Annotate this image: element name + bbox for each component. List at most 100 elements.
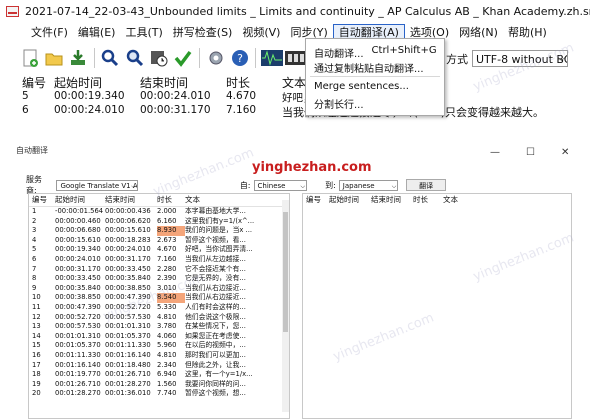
menu-tools[interactable]: 工具(T) bbox=[120, 24, 167, 42]
row-text: 在某些情况下，您... bbox=[185, 322, 246, 331]
menu-help[interactable]: 帮助(H) bbox=[503, 24, 552, 42]
row-text: 好吧，当你试图弄清... bbox=[185, 245, 253, 254]
row-text: 这里，有一个y=1/x... bbox=[185, 370, 253, 379]
service-select[interactable]: Google Translate V1 API ⌵ bbox=[56, 179, 138, 191]
row-duration: 3.780 bbox=[157, 322, 177, 331]
menu-edit[interactable]: 编辑(E) bbox=[73, 24, 121, 42]
row-end: 00:00:15.610 bbox=[105, 226, 151, 235]
from-language-value: Chinese bbox=[257, 181, 286, 190]
translate-button[interactable]: 翻译 bbox=[406, 179, 446, 191]
save-file-button[interactable] bbox=[67, 46, 90, 70]
table-row[interactable]: 11 00:00:47.390 00:00:52.720 5.330 人们有时会这样的.… bbox=[29, 303, 289, 313]
table-row[interactable]: 17 00:01:16.140 00:01:18.480 2.340 但除此之外，让我.… bbox=[29, 361, 289, 371]
row-end: 00:01:11.330 bbox=[105, 341, 151, 350]
menu-network[interactable]: 网络(N) bbox=[454, 24, 503, 42]
help-button[interactable]: ? bbox=[228, 46, 251, 70]
row-duration: 2.000 bbox=[157, 207, 177, 215]
row-end: 00:00:24.010 bbox=[140, 90, 211, 102]
table-row[interactable]: 15 00:01:05.370 00:01:11.330 5.960 在以后的视频中，.… bbox=[29, 341, 289, 351]
menu-item-merge-sentences[interactable]: Merge sentences... bbox=[314, 81, 409, 92]
row-duration: 2.340 bbox=[157, 360, 177, 369]
table-row[interactable]: 2 00:00:00.460 00:00:06.620 6.160 这里我们有y=1/(… bbox=[29, 217, 289, 227]
row-num: 3 bbox=[32, 226, 37, 235]
row-duration: 7.740 bbox=[157, 389, 177, 398]
from-language-select[interactable]: Chinese ⌵ bbox=[253, 179, 308, 191]
menu-item-label: 自动翻译... bbox=[314, 49, 364, 60]
row-num: 5 bbox=[22, 90, 29, 102]
row-text: 当我们从左边越接... bbox=[185, 254, 246, 263]
watermark-site: yinghezhan.com bbox=[252, 160, 372, 175]
menu-separator bbox=[310, 76, 440, 77]
row-num: 15 bbox=[32, 341, 41, 350]
toolbar-separator bbox=[93, 48, 95, 68]
row-end: 00:01:16.140 bbox=[105, 350, 151, 359]
maximize-icon[interactable]: ☐ bbox=[526, 147, 535, 158]
table-row[interactable]: 6 00:00:24.010 00:00:31.170 7.160 当我们从左边越接..… bbox=[29, 255, 289, 265]
table-row[interactable]: 10 00:00:38.850 00:00:47.390 8.540 当我们从右边接近.… bbox=[29, 293, 289, 303]
scrollbar-thumb[interactable] bbox=[283, 212, 288, 332]
table-row[interactable]: 8 00:00:33.450 00:00:35.840 2.390 它是无界的，没有..… bbox=[29, 274, 289, 284]
film-strip-icon bbox=[285, 51, 308, 65]
row-duration: 8.930 bbox=[157, 226, 185, 236]
chevron-down-icon: ⌵ bbox=[300, 182, 306, 190]
menu-item-split-long-lines[interactable]: 分割长行... bbox=[314, 96, 364, 111]
table-row[interactable]: 13 00:00:57.530 00:01:01.310 3.780 在某些情况下，您.… bbox=[29, 322, 289, 332]
title-bar: 2021-07-14_22-03-43_Unbounded limits _ L… bbox=[0, 0, 590, 22]
row-start: 00:00:31.170 bbox=[55, 264, 101, 273]
table-row[interactable]: 1 -00:00:01.564 00:00:00.436 2.000 本字幕由基地大学.… bbox=[29, 207, 289, 217]
replace-icon bbox=[126, 49, 143, 67]
row-num: 18 bbox=[32, 370, 41, 379]
visual-sync-button[interactable] bbox=[147, 46, 170, 70]
replace-button[interactable] bbox=[123, 46, 146, 70]
row-start: 00:00:38.850 bbox=[55, 293, 101, 302]
row-num: 6 bbox=[22, 104, 29, 116]
close-icon[interactable]: ✕ bbox=[561, 147, 569, 158]
open-file-button[interactable] bbox=[42, 46, 65, 70]
waveform-button[interactable] bbox=[260, 46, 283, 70]
table-row[interactable]: 19 00:01:26.710 00:01:28.270 1.560 我要问你同样的问.… bbox=[29, 380, 289, 390]
col-num: 编号 bbox=[306, 195, 321, 204]
row-end: 00:00:38.850 bbox=[105, 283, 151, 292]
to-language-select[interactable]: Japanese ⌵ bbox=[338, 179, 399, 191]
table-row[interactable]: 14 00:01:01.310 00:01:05.370 4.060 如果您正在考虑使.… bbox=[29, 332, 289, 342]
table-row[interactable]: 5 00:00:19.340 00:00:24.010 4.670 好吧，当 bbox=[22, 90, 542, 104]
menu-file[interactable]: 文件(F) bbox=[26, 24, 73, 42]
new-file-button[interactable] bbox=[18, 46, 41, 70]
table-row[interactable]: 16 00:01:11.330 00:01:16.140 4.810 那时我们可以更加.… bbox=[29, 351, 289, 361]
chevron-down-icon: ⌵ bbox=[131, 182, 136, 190]
row-text: 他们会说这个极限... bbox=[185, 312, 246, 321]
from-label: 自: bbox=[239, 180, 251, 190]
row-text: 在以后的视频中，... bbox=[185, 341, 246, 350]
table-row[interactable]: 7 00:00:31.170 00:00:33.450 2.280 它不会接近某个有..… bbox=[29, 265, 289, 275]
find-button[interactable] bbox=[99, 46, 122, 70]
table-row[interactable]: 12 00:00:52.720 00:00:57.530 4.810 他们会说这个极限.… bbox=[29, 313, 289, 323]
settings-button[interactable] bbox=[204, 46, 227, 70]
window-controls: — ☐ ✕ bbox=[490, 147, 569, 158]
menu-item-auto-translate[interactable]: 自动翻译... Ctrl+Shift+G bbox=[314, 45, 437, 60]
col-start: 起始时间 bbox=[329, 195, 359, 204]
menu-item-label: Merge sentences... bbox=[314, 81, 409, 92]
row-start: -00:00:01.564 bbox=[55, 207, 104, 215]
menu-spellcheck[interactable]: 拼写检查(S) bbox=[168, 24, 238, 42]
row-text: 暂停这个视频，想... bbox=[185, 389, 246, 398]
table-row[interactable]: 18 00:01:19.770 00:01:26.710 6.940 这里，有一个y=1… bbox=[29, 370, 289, 380]
col-duration: 时长 bbox=[226, 76, 251, 90]
spell-check-button[interactable] bbox=[172, 46, 195, 70]
row-num: 7 bbox=[32, 264, 37, 273]
table-row[interactable]: 3 00:00:06.680 00:00:15.610 8.930 我们的问题是，当x … bbox=[29, 226, 289, 236]
row-duration: 4.670 bbox=[226, 90, 257, 102]
row-end: 00:00:57.530 bbox=[105, 312, 151, 321]
table-row[interactable]: 9 00:00:35.840 00:00:38.850 3.010 当我们从右边接近..… bbox=[29, 284, 289, 294]
row-end: 00:00:35.840 bbox=[105, 274, 151, 283]
vertical-scrollbar[interactable] bbox=[282, 200, 289, 412]
col-num: 编号 bbox=[32, 195, 47, 204]
row-end: 00:00:24.010 bbox=[105, 245, 151, 254]
table-row[interactable]: 4 00:00:15.610 00:00:18.283 2.673 暂停这个视频，看..… bbox=[29, 236, 289, 246]
table-row[interactable]: 6 00:00:24.010 00:00:31.170 7.160 当我们从左边… bbox=[22, 104, 542, 118]
minimize-icon[interactable]: — bbox=[490, 147, 500, 158]
menu-item-copy-paste-translate[interactable]: 通过复制粘贴自动翻译... bbox=[314, 60, 424, 75]
encoding-select[interactable]: UTF-8 without BOM ⌵ bbox=[472, 50, 568, 67]
menu-video[interactable]: 视频(V) bbox=[237, 24, 285, 42]
table-row[interactable]: 20 00:01:28.270 00:01:36.010 7.740 暂停这个视频，想.… bbox=[29, 389, 289, 399]
table-row[interactable]: 5 00:00:19.340 00:00:24.010 4.670 好吧，当你试图弄清.… bbox=[29, 245, 289, 255]
